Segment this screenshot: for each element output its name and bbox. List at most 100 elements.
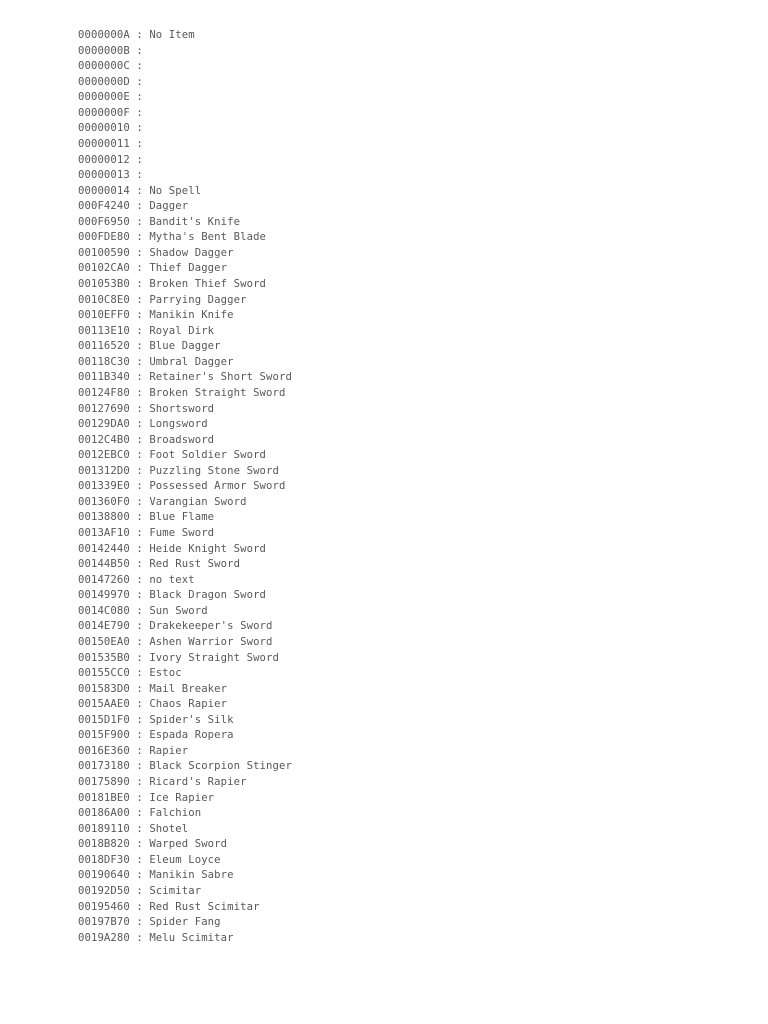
entry-separator: :: [129, 651, 150, 664]
entry-separator: :: [129, 589, 150, 602]
entry-line: 00155CC0 : Estoc: [78, 666, 738, 682]
entry-name: Parrying Dagger: [149, 293, 247, 306]
entry-name: Espada Ropera: [149, 729, 234, 742]
entry-id: 0015F900: [78, 729, 130, 742]
entry-line: 0018DF30 : Eleum Loyce: [78, 853, 738, 869]
entry-id: 00116520: [78, 340, 130, 353]
entry-separator: :: [129, 838, 150, 851]
entry-separator: :: [129, 262, 150, 275]
entry-id: 00195460: [78, 900, 130, 913]
entry-name: Ashen Warrior Sword: [149, 635, 273, 648]
entry-line: 00000010 :: [78, 121, 738, 137]
entry-id: 00173180: [78, 760, 130, 773]
entry-line: 0015D1F0 : Spider's Silk: [78, 713, 738, 729]
entry-line: 0015AAE0 : Chaos Rapier: [78, 697, 738, 713]
entry-separator: :: [129, 791, 150, 804]
entry-line: 001360F0 : Varangian Sword: [78, 495, 738, 511]
entry-separator: :: [129, 884, 150, 897]
entry-separator: :: [129, 853, 150, 866]
entry-line: 00118C30 : Umbral Dagger: [78, 355, 738, 371]
entry-id: 001053B0: [78, 278, 130, 290]
entry-line: 0013AF10 : Fume Sword: [78, 526, 738, 542]
item-id-listing: 0000000A : No Item 0000000B : 0000000C : …: [78, 28, 738, 946]
entry-id: 0018B820: [78, 838, 130, 851]
entry-id: 0000000A: [78, 29, 130, 41]
entry-line: 0000000F :: [78, 106, 738, 122]
entry-separator: :: [129, 106, 150, 119]
entry-name: Spider's Silk: [149, 713, 234, 726]
entry-line: 00173180 : Black Scorpion Stinger: [78, 759, 738, 775]
entry-line: 00189110 : Shotel: [78, 822, 738, 838]
entry-line: 0011B340 : Retainer's Short Sword: [78, 370, 738, 386]
entry-id: 0012EBC0: [78, 449, 130, 462]
entry-id: 0000000F: [78, 106, 130, 119]
entry-line: 00113E10 : Royal Dirk: [78, 324, 738, 340]
entry-separator: :: [129, 667, 150, 680]
entry-name: Spider Fang: [149, 916, 221, 929]
entry-id: 0016E360: [78, 744, 130, 757]
entry-separator: :: [129, 495, 150, 508]
entry-id: 00000013: [78, 169, 130, 182]
entry-name: Blue Flame: [149, 511, 215, 524]
entry-line: 00197B70 : Spider Fang: [78, 915, 738, 931]
entry-separator: :: [129, 231, 150, 244]
entry-name: Black Dragon Sword: [149, 589, 267, 602]
entry-separator: :: [129, 153, 150, 166]
entry-separator: :: [129, 309, 150, 322]
entry-line: 00147260 : no text: [78, 573, 738, 589]
entry-name: Eleum Loyce: [149, 853, 221, 866]
entry-separator: :: [129, 822, 150, 835]
entry-line: 00195460 : Red Rust Scimitar: [78, 900, 738, 916]
entry-name: Mytha's Bent Blade: [149, 231, 267, 244]
entry-separator: :: [129, 542, 150, 555]
entry-line: 00144B50 : Red Rust Sword: [78, 557, 738, 573]
entry-line: 00142440 : Heide Knight Sword: [78, 542, 738, 558]
entry-id: 0010EFF0: [78, 309, 130, 322]
entry-separator: :: [129, 324, 150, 337]
entry-separator: :: [129, 713, 150, 726]
entry-line: 0014E790 : Drakekeeper's Sword: [78, 619, 738, 635]
entry-separator: :: [129, 527, 150, 539]
entry-line: 001053B0 : Broken Thief Sword: [78, 277, 738, 293]
entry-line: 00150EA0 : Ashen Warrior Sword: [78, 635, 738, 651]
entry-id: 00100590: [78, 246, 130, 259]
entry-id: 00124F80: [78, 386, 130, 399]
entry-separator: :: [129, 278, 150, 290]
entry-line: 00000013 :: [78, 168, 738, 184]
entry-separator: :: [129, 371, 150, 384]
entry-separator: :: [129, 293, 150, 306]
entry-separator: :: [129, 386, 150, 399]
entry-id: 0000000E: [78, 91, 130, 104]
entry-line: 0019A280 : Melu Scimitar: [78, 931, 738, 947]
entry-name: Chaos Rapier: [149, 698, 228, 711]
entry-separator: :: [129, 122, 150, 135]
entry-name: Red Rust Sword: [149, 558, 241, 571]
entry-name: Possessed Armor Sword: [149, 480, 286, 493]
entry-name: Shadow Dagger: [149, 246, 234, 259]
entry-id: 0000000C: [78, 60, 130, 73]
entry-name: Manikin Knife: [149, 309, 234, 322]
entry-line: 0016E360 : Rapier: [78, 744, 738, 760]
entry-id: 00147260: [78, 573, 130, 586]
entry-id: 0012C4B0: [78, 433, 130, 446]
entry-separator: :: [129, 355, 150, 368]
entry-separator: :: [129, 744, 150, 757]
entry-name: No Spell: [149, 184, 202, 197]
entry-line: 0010C8E0 : Parrying Dagger: [78, 293, 738, 309]
entry-separator: :: [129, 137, 150, 150]
entry-line: 0000000B :: [78, 44, 738, 60]
entry-name: Ricard's Rapier: [149, 776, 247, 788]
entry-id: 00000014: [78, 184, 130, 197]
entry-name: Royal Dirk: [149, 324, 215, 337]
entry-line: 00138800 : Blue Flame: [78, 510, 738, 526]
entry-name: Foot Soldier Sword: [149, 449, 267, 462]
entry-name: Retainer's Short Sword: [149, 371, 292, 384]
entry-separator: :: [129, 869, 150, 882]
entry-line: 00149970 : Black Dragon Sword: [78, 588, 738, 604]
entry-line: 00000014 : No Spell: [78, 184, 738, 200]
entry-line: 00124F80 : Broken Straight Sword: [78, 386, 738, 402]
entry-line: 0000000E :: [78, 90, 738, 106]
entry-line: 00000011 :: [78, 137, 738, 153]
entry-name: Puzzling Stone Sword: [149, 464, 280, 477]
entry-id: 00113E10: [78, 324, 130, 337]
